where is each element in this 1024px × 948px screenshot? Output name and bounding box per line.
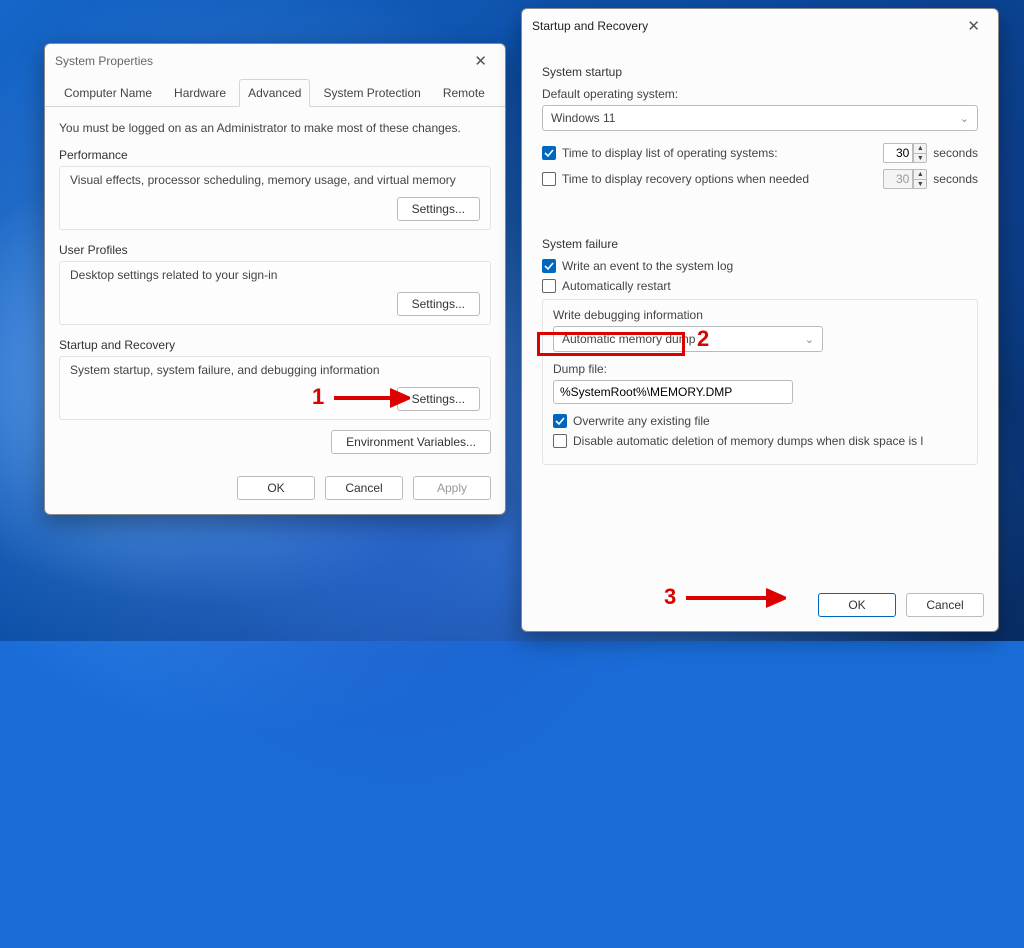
system-startup-heading: System startup — [542, 65, 978, 79]
annotation-3: 3 — [664, 584, 786, 610]
system-properties-buttons: OK Cancel Apply — [45, 466, 505, 514]
apply-button[interactable]: Apply — [413, 476, 491, 500]
system-failure-heading: System failure — [542, 237, 978, 251]
time-recovery-spinner[interactable]: ▲▼ — [883, 169, 927, 189]
annotation-1: 1 — [312, 384, 410, 410]
tab-hardware[interactable]: Hardware — [165, 79, 235, 107]
default-os-value: Windows 11 — [551, 111, 615, 125]
overwrite-label: Overwrite any existing file — [573, 414, 710, 428]
seconds-label: seconds — [933, 146, 978, 160]
time-recovery-label: Time to display recovery options when ne… — [562, 172, 877, 186]
disable-delete-label: Disable automatic deletion of memory dum… — [573, 434, 923, 448]
overwrite-checkbox[interactable] — [553, 414, 567, 428]
startup-recovery-content: System startup Default operating system:… — [522, 43, 998, 583]
performance-desc: Visual effects, processor scheduling, me… — [70, 173, 480, 187]
user-profiles-settings-button[interactable]: Settings... — [397, 292, 480, 316]
write-event-label: Write an event to the system log — [562, 259, 733, 273]
performance-label: Performance — [59, 148, 491, 162]
spin-up-icon[interactable]: ▲ — [913, 143, 927, 153]
cancel-button[interactable]: Cancel — [325, 476, 403, 500]
debug-info-label: Write debugging information — [553, 308, 967, 322]
user-profiles-group: User Profiles Desktop settings related t… — [59, 240, 491, 325]
default-os-select[interactable]: Windows 11 ⌄ — [542, 105, 978, 131]
dump-file-input[interactable] — [553, 380, 793, 404]
performance-settings-button[interactable]: Settings... — [397, 197, 480, 221]
startup-recovery-dialog: Startup and Recovery ✕ System startup De… — [521, 8, 999, 632]
dump-type-select[interactable]: Automatic memory dump ⌄ — [553, 326, 823, 352]
auto-restart-label: Automatically restart — [562, 279, 671, 293]
user-profiles-label: User Profiles — [59, 243, 491, 257]
cancel-button[interactable]: Cancel — [906, 593, 984, 617]
time-os-value[interactable] — [883, 143, 913, 163]
chevron-down-icon: ⌄ — [805, 333, 814, 346]
startup-recovery-label: Startup and Recovery — [59, 338, 491, 352]
time-recovery-value — [883, 169, 913, 189]
system-properties-title: System Properties — [55, 54, 153, 68]
seconds-label: seconds — [933, 172, 978, 186]
tab-system-protection[interactable]: System Protection — [314, 79, 429, 107]
tab-advanced[interactable]: Advanced — [239, 79, 310, 107]
dump-type-value: Automatic memory dump — [562, 332, 695, 346]
spin-up-icon[interactable]: ▲ — [913, 169, 927, 179]
user-profiles-desc: Desktop settings related to your sign-in — [70, 268, 480, 282]
admin-note: You must be logged on as an Administrato… — [59, 121, 491, 135]
spin-down-icon[interactable]: ▼ — [913, 153, 927, 163]
startup-recovery-group: Startup and Recovery System startup, sys… — [59, 335, 491, 420]
ok-button[interactable]: OK — [818, 593, 896, 617]
system-properties-dialog: System Properties ✕ Computer Name Hardwa… — [44, 43, 506, 515]
tab-strip: Computer Name Hardware Advanced System P… — [45, 78, 505, 107]
time-recovery-checkbox[interactable] — [542, 172, 556, 186]
time-os-spinner[interactable]: ▲▼ — [883, 143, 927, 163]
environment-variables-button[interactable]: Environment Variables... — [331, 430, 491, 454]
close-icon[interactable]: ✕ — [466, 50, 495, 73]
startup-recovery-titlebar[interactable]: Startup and Recovery ✕ — [522, 9, 998, 43]
auto-restart-checkbox[interactable] — [542, 279, 556, 293]
tab-computer-name[interactable]: Computer Name — [55, 79, 161, 107]
dump-file-label: Dump file: — [553, 362, 967, 376]
time-os-checkbox[interactable] — [542, 146, 556, 160]
tab-remote[interactable]: Remote — [434, 79, 494, 107]
annotation-2: 2 — [697, 326, 709, 352]
ok-button[interactable]: OK — [237, 476, 315, 500]
default-os-label: Default operating system: — [542, 87, 978, 101]
spin-down-icon[interactable]: ▼ — [913, 179, 927, 189]
write-event-checkbox[interactable] — [542, 259, 556, 273]
close-icon[interactable]: ✕ — [959, 15, 988, 38]
chevron-down-icon: ⌄ — [960, 112, 969, 125]
performance-group: Performance Visual effects, processor sc… — [59, 145, 491, 230]
debug-info-group: Write debugging information Automatic me… — [542, 299, 978, 465]
time-os-label: Time to display list of operating system… — [562, 146, 877, 160]
system-properties-titlebar[interactable]: System Properties ✕ — [45, 44, 505, 78]
advanced-tab-content: You must be logged on as an Administrato… — [45, 107, 505, 466]
disable-delete-checkbox[interactable] — [553, 434, 567, 448]
startup-recovery-desc: System startup, system failure, and debu… — [70, 363, 480, 377]
startup-recovery-title: Startup and Recovery — [532, 19, 648, 33]
